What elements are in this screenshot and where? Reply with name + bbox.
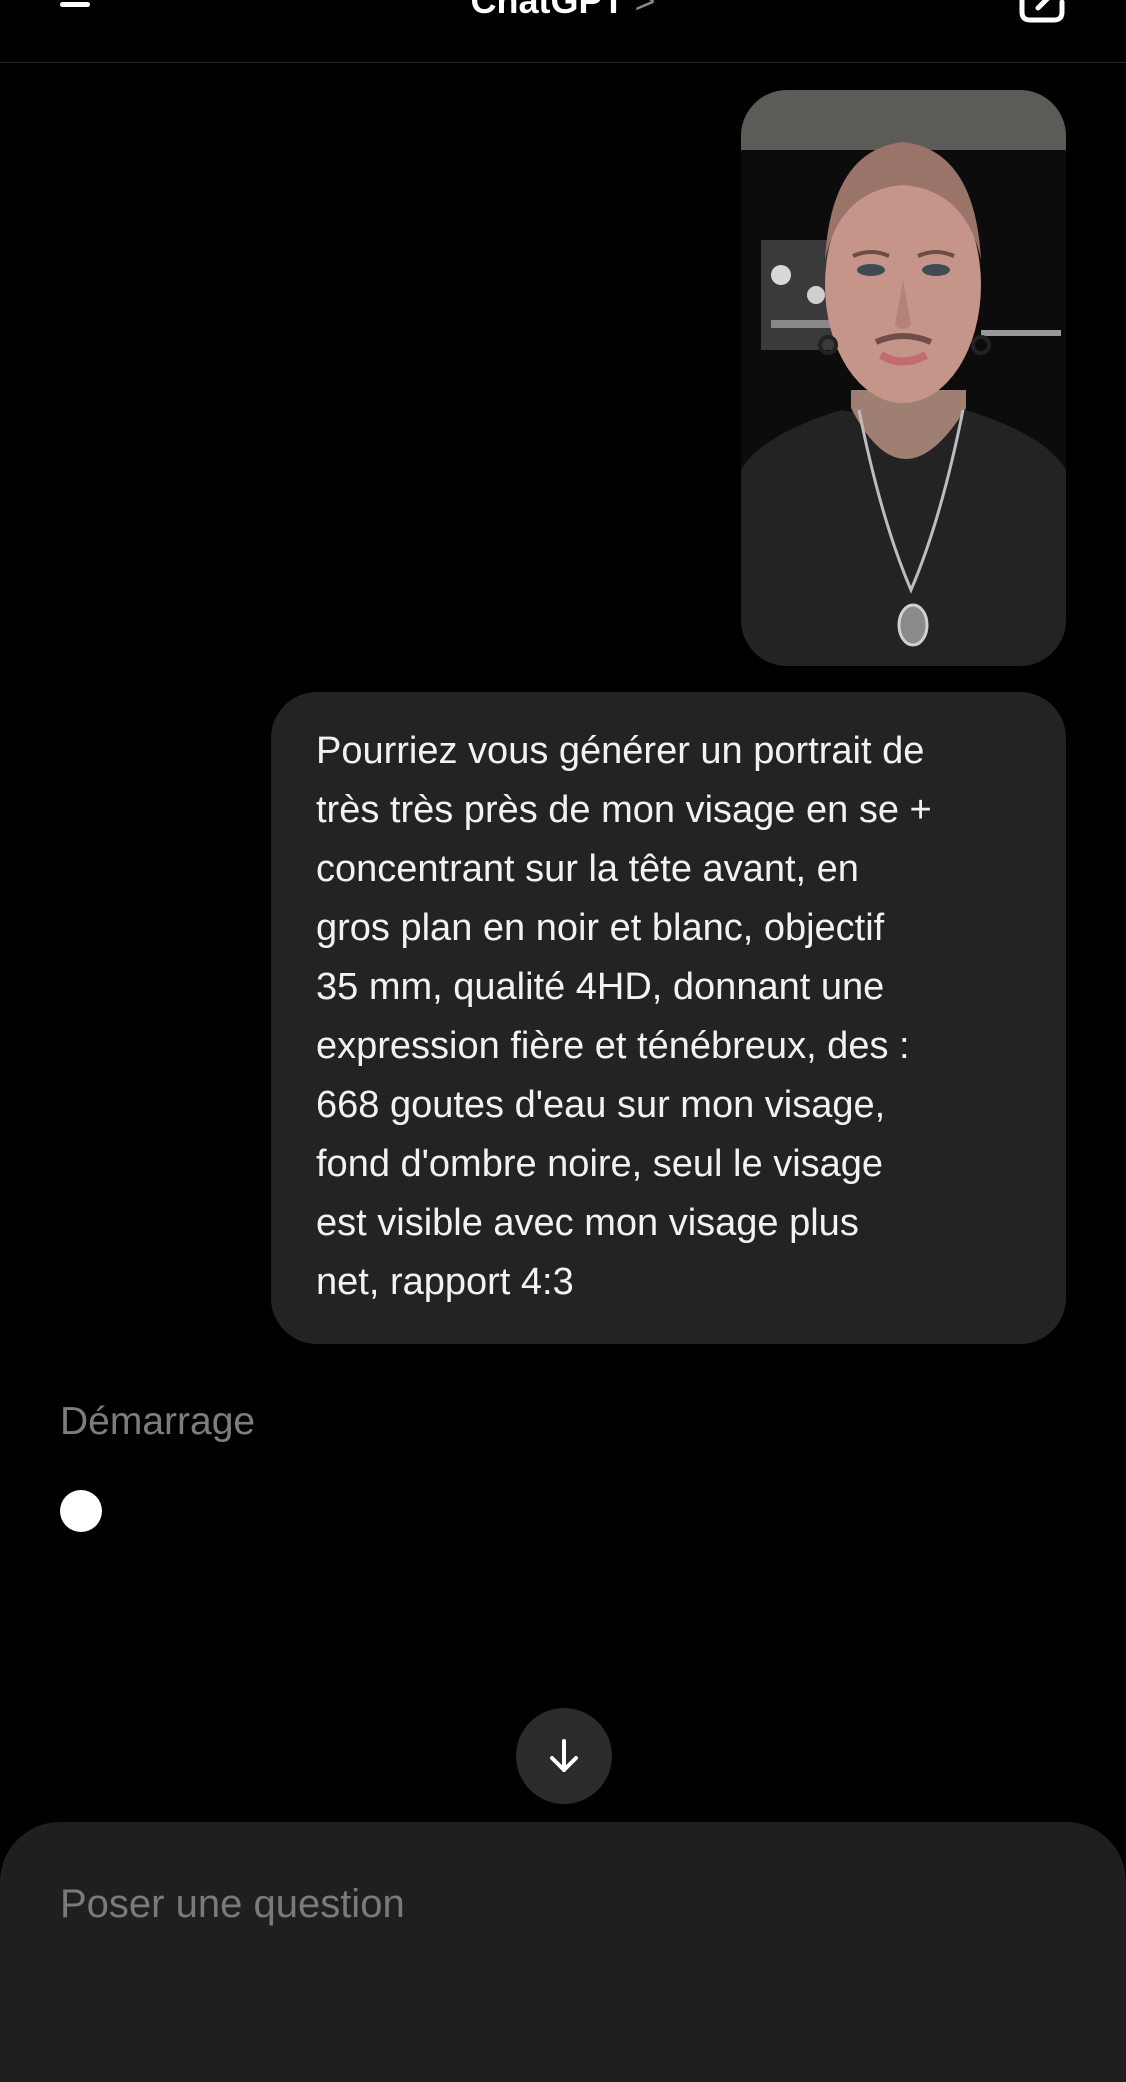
- message-composer: [0, 1822, 1126, 2082]
- message-text-line: Pourriez vous générer un portrait de: [316, 730, 925, 772]
- model-selector[interactable]: ChatGPT >: [0, 0, 1126, 22]
- user-uploaded-photo[interactable]: [741, 90, 1066, 666]
- message-text-line: 668 goutes d'eau sur mon visage,: [316, 1084, 886, 1126]
- assistant-status-text: Démarrage: [60, 1400, 256, 1443]
- message-text-line: net, rapport 4:3: [316, 1261, 574, 1303]
- top-bar: ChatGPT >: [0, 0, 1126, 63]
- new-chat-icon[interactable]: [1018, 0, 1068, 24]
- message-text-line: 35 mm, qualité 4HD, donnant une: [316, 966, 885, 1008]
- message-text-line: fond d'ombre noire, seul le visage: [316, 1143, 884, 1185]
- message-text-line: est visible avec mon visage plus: [316, 1202, 859, 1244]
- message-text-line: très très près de mon visage en se +: [316, 789, 932, 831]
- message-input[interactable]: [60, 1882, 1060, 1927]
- message-text-line: concentrant sur la tête avant, en: [316, 848, 859, 890]
- user-message-bubble: Pourriez vous générer un portrait de trè…: [271, 692, 1066, 1344]
- message-text-line: expression fière et ténébreux, des :: [316, 1025, 910, 1067]
- message-text-line: gros plan en noir et blanc, objectif: [316, 907, 885, 949]
- scroll-to-bottom-button[interactable]: [516, 1708, 612, 1804]
- chevron-right-icon: >: [634, 0, 656, 21]
- page-title: ChatGPT: [470, 0, 625, 21]
- typing-indicator-dot: [60, 1490, 102, 1532]
